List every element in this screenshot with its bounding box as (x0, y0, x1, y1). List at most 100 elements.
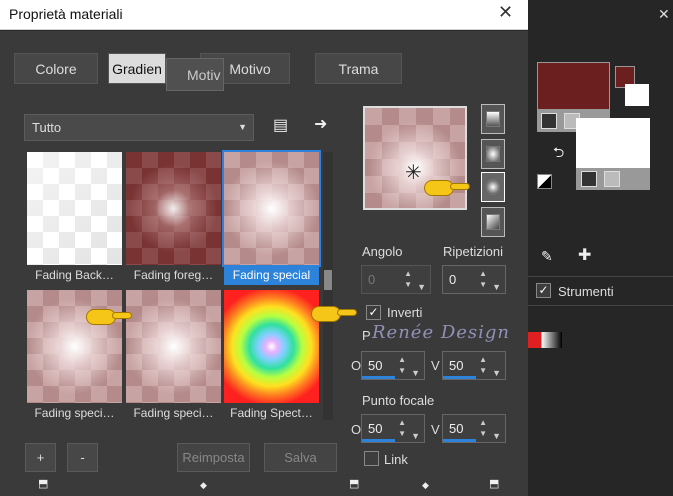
radial-gradient-icon (486, 214, 500, 230)
screen: Proprietà materiali ✕ Colore Gradien Mot… (0, 0, 673, 496)
repeats-label: Ripetizioni (443, 244, 503, 259)
updown-icon[interactable]: ▲ ▼ (398, 417, 406, 439)
watermark-logo: Renée Design (372, 322, 511, 343)
tab-trama[interactable]: Trama (315, 53, 402, 84)
updown-icon[interactable]: ▲ ▼ (479, 354, 487, 376)
updown-icon[interactable]: ▲ ▼ (479, 417, 487, 439)
gradient-swatch-selected[interactable]: Fading special (222, 150, 321, 285)
link-checkbox[interactable] (364, 451, 379, 466)
swap-colors-icon[interactable]: ⮌ (553, 142, 564, 166)
rectangular-gradient-icon (486, 146, 500, 162)
mini-background-swatch[interactable] (625, 84, 649, 106)
focal-v-progress (443, 439, 476, 442)
pointing-hand-icon (86, 305, 132, 327)
midpoint-marker[interactable]: ◆ (200, 480, 207, 491)
invert-label: Inverti (387, 305, 423, 320)
chevron-down-icon[interactable]: ▼ (417, 274, 426, 301)
radial-style-button[interactable] (481, 207, 505, 237)
focal-v-prefix: V (431, 422, 440, 437)
gradient-stop-marker[interactable]: ⬒ (349, 477, 359, 490)
category-dropdown-value: Tutto (32, 120, 62, 135)
gradient-preview (224, 152, 319, 265)
category-dropdown[interactable]: Tutto ▼ (24, 114, 254, 141)
focal-h-stepper[interactable]: 50 ▲ ▼ ▼ (361, 414, 425, 443)
materials-palette: ✕ ⮌ ✎ ✚ ✓ Strumenti (528, 0, 673, 496)
sunburst-gradient-icon (486, 179, 500, 195)
gradient-label: Fading Spect… (224, 403, 319, 423)
gradient-preview (27, 152, 122, 265)
eyedropper-icon[interactable]: ✎ (541, 248, 553, 265)
tools-checkbox[interactable]: ✓ (536, 283, 551, 298)
pointing-hand-icon (424, 176, 470, 198)
center-v-progress (443, 376, 476, 379)
midpoint-marker[interactable]: ◆ (422, 480, 429, 491)
material-style-icon[interactable] (541, 113, 557, 129)
chevron-down-icon[interactable]: ▼ (492, 423, 501, 450)
gradient-preview (224, 290, 319, 403)
updown-icon[interactable]: ▲ ▼ (479, 268, 487, 290)
tab-gradiente[interactable]: Gradien (108, 53, 166, 84)
gradient-label: Fading special (224, 265, 319, 285)
gradient-swatch[interactable]: Fading Back… (27, 152, 122, 285)
chevron-down-icon[interactable]: ▼ (411, 423, 420, 450)
material-style-icon[interactable] (581, 171, 597, 187)
title-bar: Proprietà materiali ✕ (0, 0, 528, 30)
save-button[interactable]: Salva (264, 443, 337, 472)
tab-colore[interactable]: Colore (14, 53, 98, 84)
gradient-label: Fading foreg… (126, 265, 221, 285)
gradient-preview (126, 152, 221, 265)
close-icon[interactable]: ✕ (658, 6, 670, 23)
link-label: Link (384, 452, 408, 467)
arrow-right-icon[interactable]: ➜ (314, 114, 327, 134)
library-icon[interactable]: ▤ (273, 115, 288, 135)
gradient-stop-marker[interactable]: ⬒ (38, 477, 48, 490)
plus-icon[interactable]: ✚ (578, 245, 591, 265)
chevron-down-icon[interactable]: ▼ (492, 360, 501, 387)
center-v-stepper[interactable]: 50 ▲ ▼ ▼ (442, 351, 506, 380)
center-h-prefix: O (351, 358, 362, 373)
background-swatch[interactable] (576, 118, 650, 168)
chevron-down-icon: ▼ (238, 122, 247, 132)
reset-button[interactable]: Reimposta (177, 443, 250, 472)
center-h-value: 50 (368, 358, 383, 373)
chevron-down-icon[interactable]: ▼ (492, 274, 501, 301)
angle-stepper[interactable]: 0 ▲ ▼ ▼ (361, 265, 431, 294)
repeats-stepper[interactable]: 0 ▲ ▼ ▼ (442, 265, 506, 294)
focal-v-stepper[interactable]: 50 ▲ ▼ ▼ (442, 414, 506, 443)
gradient-swatch[interactable]: Fading foreg… (126, 152, 221, 285)
focal-h-value: 50 (368, 421, 383, 436)
add-gradient-button[interactable]: + (25, 443, 56, 472)
sunburst-style-button[interactable] (481, 172, 505, 202)
gradient-label: Fading speci… (126, 403, 221, 423)
center-h-progress (362, 376, 395, 379)
center-label: P (362, 328, 371, 343)
linear-style-button[interactable] (481, 104, 505, 134)
scrollbar-thumb[interactable] (324, 270, 332, 290)
divider (528, 276, 673, 277)
pointing-hand-icon (311, 302, 357, 324)
center-v-value: 50 (449, 358, 464, 373)
dragged-tab-ghost: Motiv (166, 58, 224, 91)
rectangular-style-button[interactable] (481, 139, 505, 169)
center-h-stepper[interactable]: 50 ▲ ▼ ▼ (361, 351, 425, 380)
gradient-stop-marker[interactable]: ⬒ (489, 477, 499, 490)
default-colors-icon[interactable] (537, 174, 552, 189)
chevron-down-icon[interactable]: ▼ (411, 360, 420, 387)
center-v-prefix: V (431, 358, 440, 373)
updown-icon[interactable]: ▲ ▼ (404, 268, 412, 290)
gradient-swatch[interactable]: Fading speci… (126, 290, 221, 423)
angle-label: Angolo (362, 244, 403, 259)
gradient-label: Fading Back… (27, 265, 122, 285)
transparent-icon[interactable] (604, 171, 620, 187)
center-point-icon[interactable]: ✳ (405, 160, 422, 185)
focal-h-prefix: O (351, 422, 362, 437)
invert-checkbox[interactable]: ✓ (366, 305, 381, 320)
updown-icon[interactable]: ▲ ▼ (398, 354, 406, 376)
foreground-swatch[interactable] (537, 62, 610, 110)
remove-gradient-button[interactable]: - (67, 443, 98, 472)
window-title: Proprietà materiali (9, 6, 123, 22)
gradient-swatch[interactable]: Fading Spect… (224, 290, 319, 423)
gradient-list-scrollbar[interactable] (323, 152, 333, 420)
close-icon[interactable]: ✕ (498, 2, 513, 23)
recent-colors-chip[interactable] (528, 332, 562, 348)
